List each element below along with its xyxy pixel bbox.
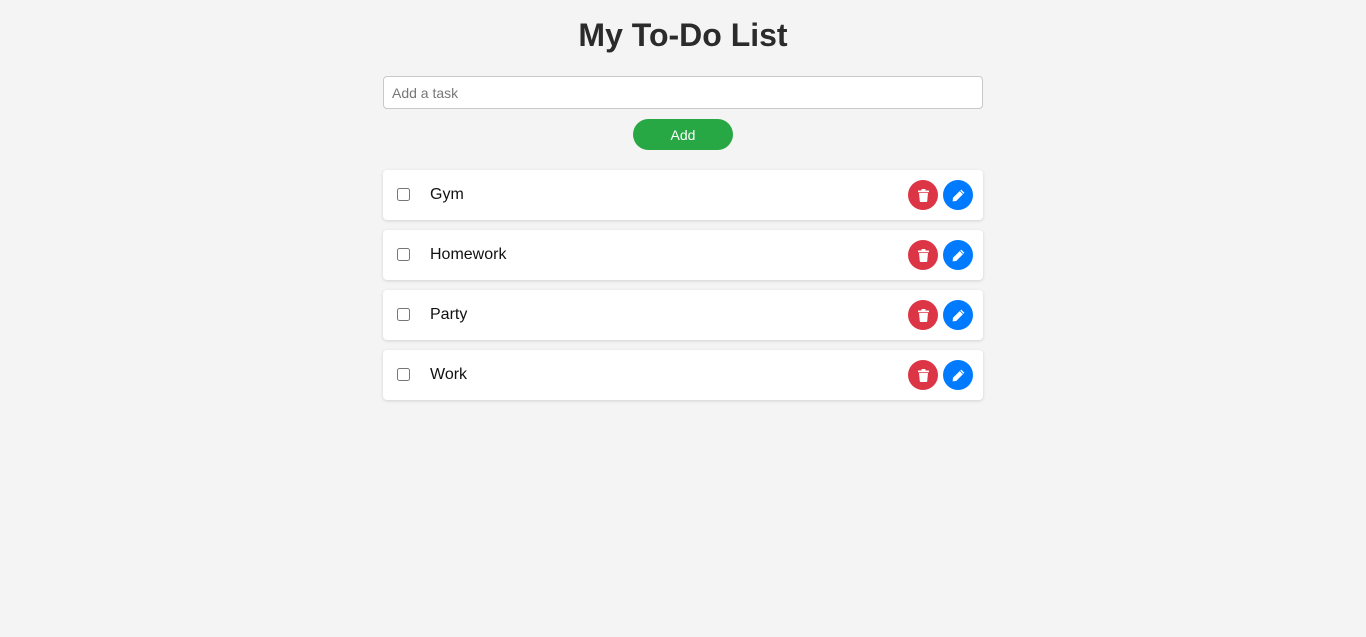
trash-icon bbox=[917, 188, 929, 202]
page-title: My To-Do List bbox=[578, 17, 788, 53]
task-item: Gym bbox=[383, 170, 983, 220]
delete-button[interactable] bbox=[908, 300, 938, 330]
delete-button[interactable] bbox=[908, 180, 938, 210]
task-label: Gym bbox=[430, 186, 464, 203]
task-label: Party bbox=[430, 306, 468, 323]
task-label: Homework bbox=[430, 246, 507, 263]
pencil-icon bbox=[952, 189, 964, 201]
task-checkbox[interactable] bbox=[397, 368, 410, 381]
task-checkbox[interactable] bbox=[397, 188, 410, 201]
task-input[interactable] bbox=[383, 76, 983, 109]
trash-icon bbox=[917, 248, 929, 262]
pencil-icon bbox=[952, 309, 964, 321]
delete-button[interactable] bbox=[908, 360, 938, 390]
trash-icon bbox=[917, 308, 929, 322]
task-list: Gym Homework Party Work bbox=[383, 170, 983, 410]
task-item: Party bbox=[383, 290, 983, 340]
add-button[interactable]: Add bbox=[633, 119, 733, 150]
delete-button[interactable] bbox=[908, 240, 938, 270]
task-checkbox[interactable] bbox=[397, 248, 410, 261]
trash-icon bbox=[917, 368, 929, 382]
task-label: Work bbox=[430, 366, 468, 383]
task-checkbox[interactable] bbox=[397, 308, 410, 321]
edit-button[interactable] bbox=[943, 300, 973, 330]
edit-button[interactable] bbox=[943, 180, 973, 210]
edit-button[interactable] bbox=[943, 360, 973, 390]
edit-button[interactable] bbox=[943, 240, 973, 270]
pencil-icon bbox=[952, 369, 964, 381]
task-item: Homework bbox=[383, 230, 983, 280]
pencil-icon bbox=[952, 249, 964, 261]
task-item: Work bbox=[383, 350, 983, 400]
